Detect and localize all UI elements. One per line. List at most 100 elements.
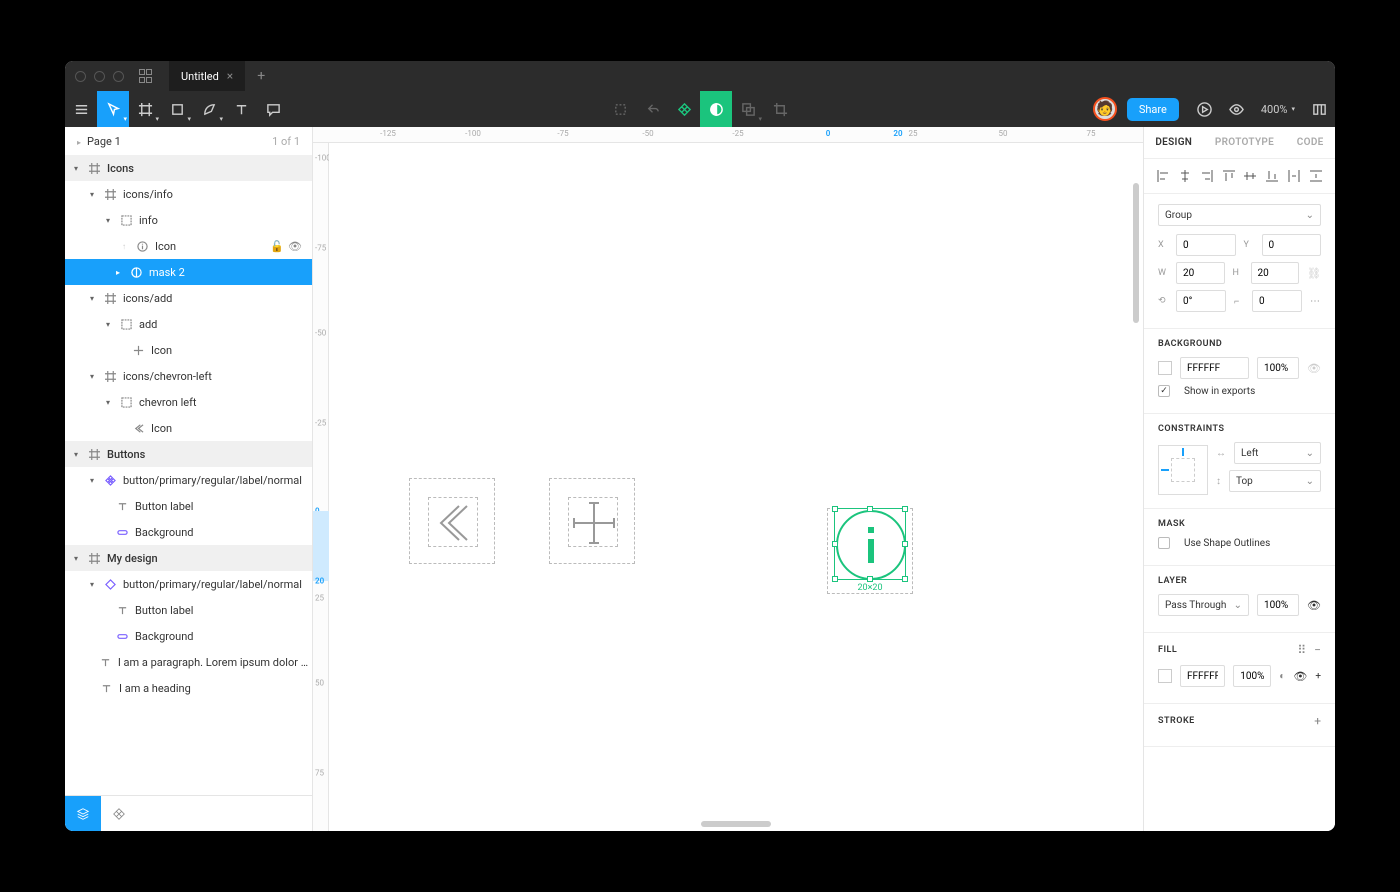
layer-visibility-icon[interactable]: 👁 — [1307, 599, 1321, 612]
present-button[interactable] — [1189, 91, 1221, 127]
share-button[interactable]: Share — [1127, 98, 1179, 121]
close-tab-icon[interactable]: × — [227, 69, 233, 83]
layer-opacity-input[interactable] — [1257, 594, 1299, 616]
fill-blend-icon[interactable]: ◐ — [1279, 671, 1285, 682]
align-right-icon[interactable] — [1200, 169, 1214, 183]
rotation-input[interactable] — [1176, 290, 1226, 312]
tab-prototype[interactable]: PROTOTYPE — [1215, 137, 1274, 148]
layers-tab[interactable] — [65, 796, 101, 831]
w-input[interactable] — [1176, 262, 1225, 284]
layer-frame-icons[interactable]: ▾Icons — [65, 155, 312, 181]
add-tab-button[interactable]: + — [257, 68, 265, 84]
layer-add-icon[interactable]: Icon — [65, 337, 312, 363]
layer-button-bg2[interactable]: Background — [65, 623, 312, 649]
align-top-icon[interactable] — [1222, 169, 1236, 183]
visibility-icon[interactable]: 👁 — [288, 240, 302, 253]
x-input[interactable] — [1176, 234, 1236, 256]
layer-icons-add[interactable]: ▾icons/add — [65, 285, 312, 311]
pen-tool[interactable] — [193, 91, 225, 127]
layer-icons-info[interactable]: ▾icons/info — [65, 181, 312, 207]
page-selector[interactable]: ▸Page 1 1 of 1 — [65, 127, 312, 155]
bg-opacity-input[interactable] — [1257, 357, 1299, 379]
frame-tool[interactable] — [129, 91, 161, 127]
remove-fill-icon[interactable]: − — [1314, 643, 1321, 657]
h-input[interactable] — [1251, 262, 1300, 284]
bg-visibility-icon[interactable]: 👁 — [1307, 362, 1321, 375]
component-icon — [103, 473, 117, 487]
user-avatar[interactable]: 🧑 — [1093, 97, 1117, 121]
unlock-icon[interactable]: 🔓 — [270, 240, 284, 253]
layer-frame-mydesign[interactable]: ▾My design — [65, 545, 312, 571]
fill-swatch[interactable] — [1158, 669, 1172, 683]
constraint-h-select[interactable]: Left — [1234, 442, 1321, 464]
file-tab[interactable]: Untitled × — [169, 61, 245, 91]
layer-button-label2[interactable]: Button label — [65, 597, 312, 623]
add-stroke-icon[interactable]: + — [1314, 714, 1321, 728]
distribute-v-icon[interactable] — [1287, 169, 1301, 183]
layer-icon-shape[interactable]: ↑Icon🔓👁 — [65, 233, 312, 259]
vertical-scrollbar[interactable] — [1133, 183, 1139, 323]
component-icon[interactable] — [668, 91, 700, 127]
mask-tool[interactable] — [700, 91, 732, 127]
window-controls[interactable] — [75, 71, 124, 82]
layer-paragraph[interactable]: I am a paragraph. Lorem ipsum dolor sit … — [65, 649, 312, 675]
radius-input[interactable] — [1252, 290, 1302, 312]
fill-visibility-icon[interactable]: 👁 — [1293, 670, 1307, 683]
layer-chev-icon[interactable]: Icon — [65, 415, 312, 441]
more-options-icon[interactable]: ⋯ — [1310, 296, 1321, 307]
vertical-ruler[interactable]: -100 -75 -50 -25 0 20 25 50 75 — [313, 143, 329, 831]
help-icon[interactable] — [1303, 91, 1335, 127]
constraint-v-select[interactable]: Top — [1229, 470, 1321, 492]
layer-button-bg[interactable]: Background — [65, 519, 312, 545]
layer-chev-group[interactable]: ▾chevron left — [65, 389, 312, 415]
align-left-icon[interactable] — [1156, 169, 1170, 183]
distribute-h-icon[interactable] — [1309, 169, 1323, 183]
fill-style-icon[interactable]: ⠿ — [1297, 643, 1306, 657]
zoom-control[interactable]: 400%▾ — [1261, 103, 1295, 116]
y-input[interactable] — [1262, 234, 1322, 256]
artboard-add[interactable] — [549, 478, 635, 564]
canvas[interactable]: 20×20 — [329, 143, 1143, 831]
artboard-chevron[interactable] — [409, 478, 495, 564]
crop-tool[interactable] — [764, 91, 796, 127]
menu-grid-icon[interactable] — [139, 69, 154, 84]
boolean-tool[interactable] — [732, 91, 764, 127]
constraint-widget[interactable] — [1158, 445, 1208, 495]
blend-mode-select[interactable]: Pass Through — [1158, 594, 1249, 616]
show-exports-checkbox[interactable]: ✓ — [1158, 385, 1170, 397]
fill-opacity-input[interactable] — [1233, 665, 1271, 687]
add-fill-icon[interactable]: + — [1315, 671, 1321, 682]
bg-swatch[interactable] — [1158, 361, 1172, 375]
align-vcenter-icon[interactable] — [1243, 169, 1257, 183]
align-hcenter-icon[interactable] — [1178, 169, 1192, 183]
tab-code[interactable]: CODE — [1297, 137, 1324, 148]
view-settings-icon[interactable] — [1221, 91, 1253, 127]
move-tool[interactable] — [97, 91, 129, 127]
layer-heading[interactable]: I am a heading — [65, 675, 312, 701]
horizontal-ruler[interactable]: -125 -100 -75 -50 -25 0 20 25 50 75 — [313, 127, 1143, 143]
assets-tab[interactable] — [101, 796, 137, 831]
shape-tool[interactable] — [161, 91, 193, 127]
text-tool[interactable] — [225, 91, 257, 127]
layer-button-inst[interactable]: ▾button/primary/regular/label/normal — [65, 571, 312, 597]
fill-hex-input[interactable] — [1180, 665, 1225, 687]
tab-design[interactable]: DESIGN — [1155, 137, 1192, 148]
layer-icons-chev[interactable]: ▾icons/chevron-left — [65, 363, 312, 389]
layer-frame-buttons[interactable]: ▾Buttons — [65, 441, 312, 467]
horizontal-scrollbar[interactable] — [701, 821, 771, 827]
link-dimensions-icon[interactable]: ⛓ — [1307, 267, 1321, 280]
edit-object-icon[interactable] — [604, 91, 636, 127]
align-bottom-icon[interactable] — [1265, 169, 1279, 183]
layer-mask-selected[interactable]: ▸mask 2 — [65, 259, 312, 285]
reset-icon[interactable] — [636, 91, 668, 127]
layer-button-main[interactable]: ▾button/primary/regular/label/normal — [65, 467, 312, 493]
selection-box[interactable]: 20×20 — [834, 508, 906, 580]
comment-tool[interactable] — [257, 91, 289, 127]
layer-add-group[interactable]: ▾add — [65, 311, 312, 337]
layer-button-label[interactable]: Button label — [65, 493, 312, 519]
layer-type-select[interactable]: Group — [1158, 204, 1321, 226]
layer-info-group[interactable]: ▾info — [65, 207, 312, 233]
mask-outlines-checkbox[interactable] — [1158, 537, 1170, 549]
bg-hex-input[interactable] — [1180, 357, 1249, 379]
hamburger-menu-icon[interactable] — [65, 91, 97, 127]
